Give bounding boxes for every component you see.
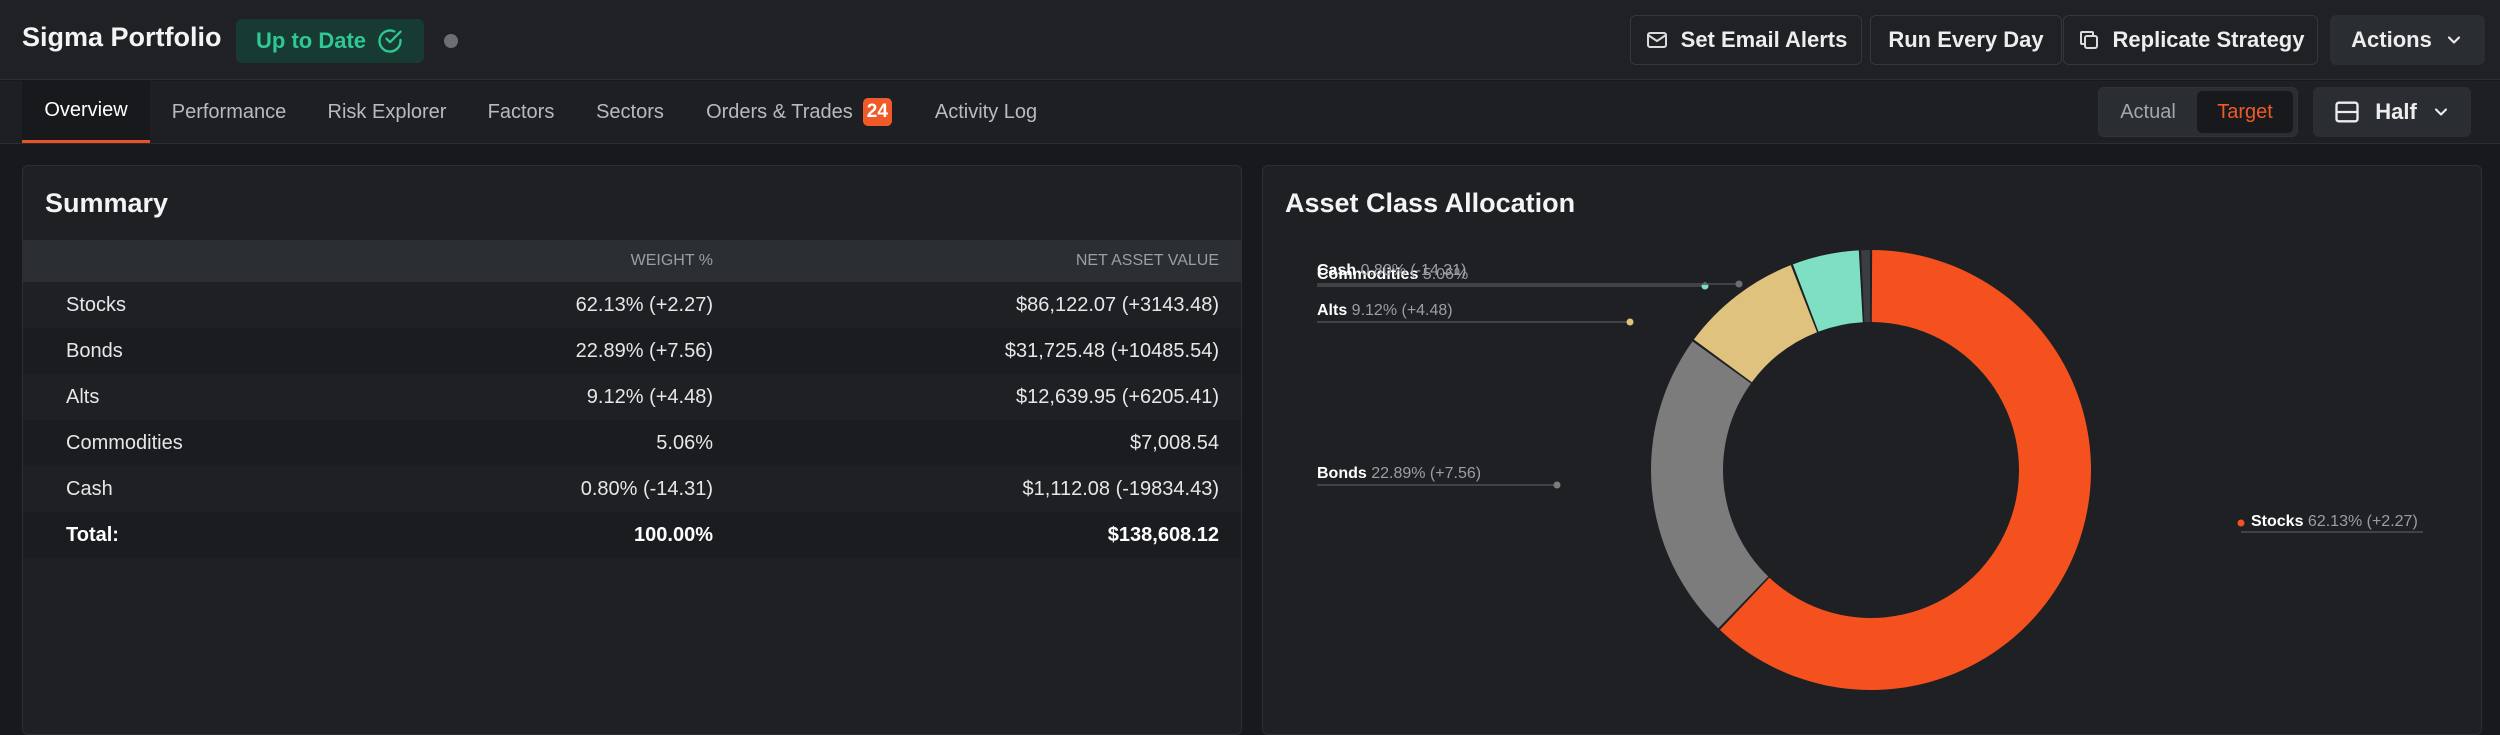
tab-factors-label: Factors xyxy=(487,100,555,123)
tab-performance[interactable]: Performance xyxy=(155,81,303,143)
tab-risk-explorer-label: Risk Explorer xyxy=(327,100,447,123)
tab-activity-log[interactable]: Activity Log xyxy=(920,81,1052,143)
asset-class-name: Stocks xyxy=(66,294,127,316)
column-header-nav[interactable]: NET ASSET VALUE xyxy=(823,240,1219,282)
check-circle-icon xyxy=(378,29,402,53)
replicate-strategy-label: Replicate Strategy xyxy=(2112,27,2305,52)
asset-weight: 5.06% xyxy=(656,432,713,454)
layout-select[interactable]: Half xyxy=(2313,87,2471,137)
tab-performance-label: Performance xyxy=(171,100,287,123)
chevron-down-icon xyxy=(2447,36,2460,44)
table-row[interactable]: Stocks 62.13% (+2.27) $86,122.07 (+3143.… xyxy=(23,282,1241,328)
run-every-day-label: Run Every Day xyxy=(1888,27,2044,52)
tab-overview-label: Overview xyxy=(44,99,128,121)
tab-risk-explorer[interactable]: Risk Explorer xyxy=(313,81,461,143)
slice-cash[interactable] xyxy=(1861,250,1871,323)
actions-label: Actions xyxy=(2351,27,2432,52)
label-marker-dot xyxy=(1553,481,1561,489)
replicate-strategy-button[interactable]: Replicate Strategy xyxy=(2063,15,2318,65)
slice-label-cash: Cash 0.80% (-14.31) xyxy=(1317,262,1466,279)
asset-weight: 9.12% (+4.48) xyxy=(586,386,713,408)
actions-dropdown-button[interactable]: Actions xyxy=(2330,15,2485,65)
asset-weight: 22.89% (+7.56) xyxy=(575,340,713,362)
toggle-target[interactable]: Target xyxy=(2197,91,2293,133)
table-total-row: Total: 100.00% $138,608.12 xyxy=(23,512,1241,558)
set-email-alerts-label: Set Email Alerts xyxy=(1680,27,1848,52)
tab-factors[interactable]: Factors xyxy=(473,81,569,143)
status-dot xyxy=(444,34,458,48)
asset-class-name: Cash xyxy=(66,478,113,500)
layout-split-icon xyxy=(2335,101,2359,123)
slice-label-stocks: Stocks 62.13% (+2.27) xyxy=(2251,513,2418,530)
asset-class-name: Alts xyxy=(66,386,100,408)
asset-class-name: Commodities xyxy=(66,432,183,454)
table-row[interactable]: Cash 0.80% (-14.31) $1,112.08 (-19834.43… xyxy=(23,466,1241,512)
asset-nav: $86,122.07 (+3143.48) xyxy=(1016,294,1219,316)
asset-weight: 0.80% (-14.31) xyxy=(580,478,713,500)
mail-icon xyxy=(1646,32,1667,48)
copy-icon xyxy=(2079,31,2098,49)
orders-count-badge: 24 xyxy=(862,98,892,126)
table-row[interactable]: Commodities 5.06% $7,008.54 xyxy=(23,420,1241,466)
label-marker-dot xyxy=(1735,280,1743,288)
table-row[interactable]: Alts 9.12% (+4.48) $12,639.95 (+6205.41) xyxy=(23,374,1241,420)
slice-bonds[interactable] xyxy=(1651,341,1769,629)
tab-activity-log-label: Activity Log xyxy=(934,100,1038,123)
tab-orders-trades[interactable]: Orders & Trades 24 xyxy=(694,81,904,143)
total-label: Total: xyxy=(66,524,119,546)
label-marker-dot xyxy=(1626,318,1634,326)
tab-sectors-label: Sectors xyxy=(596,100,664,123)
total-nav: $138,608.12 xyxy=(1107,524,1219,546)
top-bar: Sigma Portfolio Up to Date Set Email Ale… xyxy=(0,0,2500,80)
asset-nav: $7,008.54 xyxy=(1130,432,1219,454)
chevron-down-icon xyxy=(2434,108,2447,116)
summary-table-header: WEIGHT % NET ASSET VALUE xyxy=(23,240,1241,282)
slice-label-alts: Alts 9.12% (+4.48) xyxy=(1317,302,1453,319)
label-marker-dot xyxy=(2237,519,2245,527)
asset-nav: $31,725.48 (+10485.54) xyxy=(1004,340,1219,362)
status-label: Up to Date xyxy=(256,28,366,53)
asset-nav: $12,639.95 (+6205.41) xyxy=(1016,386,1219,408)
asset-nav: $1,112.08 (-19834.43) xyxy=(1022,478,1219,500)
actual-target-toggle: Actual Target xyxy=(2098,87,2298,137)
run-every-day-button[interactable]: Run Every Day xyxy=(1870,15,2062,65)
status-badge[interactable]: Up to Date xyxy=(236,19,424,63)
asset-weight: 62.13% (+2.27) xyxy=(575,294,713,316)
tab-overview[interactable]: Overview xyxy=(22,81,150,143)
summary-title: Summary xyxy=(45,188,169,218)
asset-allocation-panel: Asset Class Allocation Stocks 62.13% (+2… xyxy=(1262,165,2482,735)
toggle-actual[interactable]: Actual xyxy=(2103,91,2193,133)
asset-class-name: Bonds xyxy=(66,340,123,362)
slice-label-bonds: Bonds 22.89% (+7.56) xyxy=(1317,465,1481,482)
summary-panel: Summary WEIGHT % NET ASSET VALUE Stocks … xyxy=(22,165,1242,735)
page-title: Sigma Portfolio xyxy=(22,22,222,52)
total-weight: 100.00% xyxy=(634,524,713,546)
table-row[interactable]: Bonds 22.89% (+7.56) $31,725.48 (+10485.… xyxy=(23,328,1241,374)
tab-sectors[interactable]: Sectors xyxy=(582,81,678,143)
layout-select-value: Half xyxy=(2375,99,2417,124)
column-header-weight[interactable]: WEIGHT % xyxy=(353,240,713,282)
set-email-alerts-button[interactable]: Set Email Alerts xyxy=(1630,15,1862,65)
allocation-donut-chart: Stocks 62.13% (+2.27) Bonds 22.89% (+7.56… xyxy=(1317,250,2423,690)
tab-orders-trades-label: Orders & Trades xyxy=(706,100,853,123)
